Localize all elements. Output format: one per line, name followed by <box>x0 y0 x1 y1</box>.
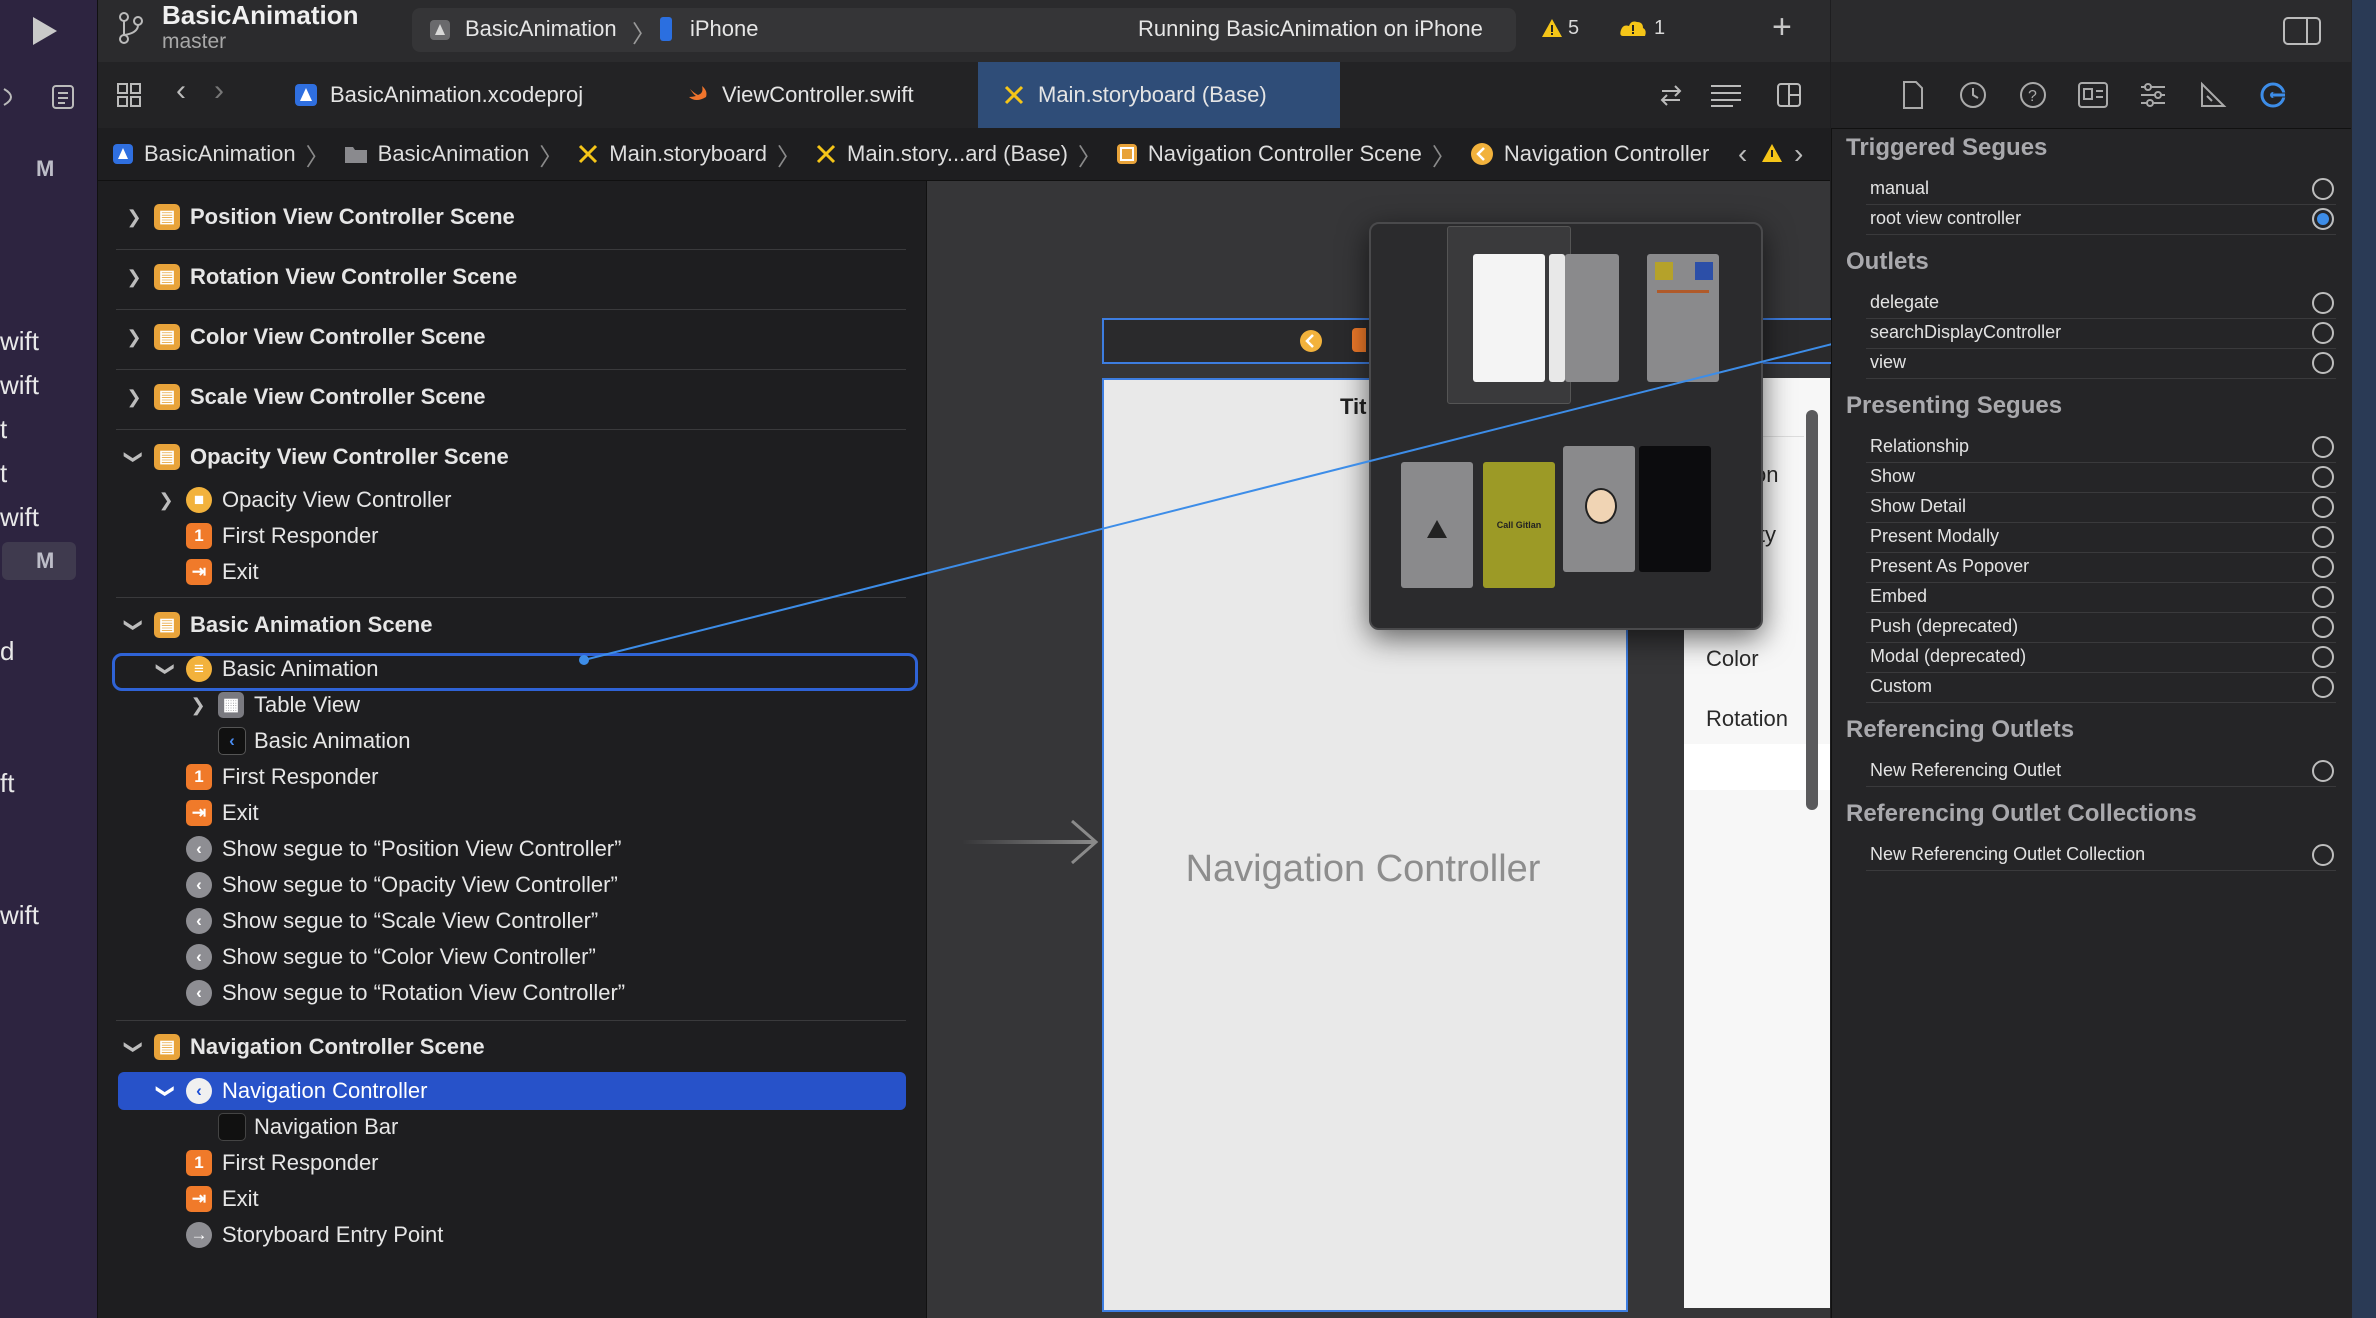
connection-circle[interactable] <box>2312 322 2334 344</box>
toggle-inspector-icon[interactable] <box>2282 16 2322 46</box>
section-presenting-segues: Presenting Segues <box>1846 392 2063 419</box>
file-inspector-icon[interactable] <box>1898 80 1928 110</box>
inspector-toolbar <box>1831 0 2351 62</box>
outlet-row: Present Modally <box>1870 526 2000 546</box>
connection-circle[interactable] <box>2312 676 2334 698</box>
connection-circle[interactable] <box>2312 466 2334 488</box>
outlet-row: Modal (deprecated) <box>1870 646 2027 666</box>
section-triggered-segues: Triggered Segues <box>1846 134 2048 161</box>
outlet-row: Embed <box>1870 586 1928 606</box>
outlet-row: New Referencing Outlet <box>1870 760 2062 780</box>
connection-circle[interactable] <box>2312 292 2334 314</box>
connection-circle[interactable] <box>2312 352 2334 374</box>
history-icon[interactable] <box>1958 80 1988 110</box>
connection-circle[interactable] <box>2312 844 2334 866</box>
connection-circle-active[interactable] <box>2312 208 2334 230</box>
connection-circle[interactable] <box>2312 526 2334 548</box>
outlet-row: New Referencing Outlet Collection <box>1870 844 2146 864</box>
outlet-row: manual <box>1870 178 1930 198</box>
section-outlets: Outlets <box>1846 248 1929 275</box>
outlet-row: Present As Popover <box>1870 556 2030 576</box>
connection-circle[interactable] <box>2312 646 2334 668</box>
connections-icon[interactable] <box>2258 80 2288 110</box>
outlet-row: view <box>1870 352 1907 372</box>
identity-icon[interactable] <box>2078 80 2108 110</box>
connection-circle[interactable] <box>2312 556 2334 578</box>
connection-circle[interactable] <box>2312 586 2334 608</box>
help-icon[interactable]: ? <box>2018 80 2048 110</box>
connection-circle[interactable] <box>2312 496 2334 518</box>
connection-circle[interactable] <box>2312 616 2334 638</box>
outlet-row: Relationship <box>1870 436 1970 456</box>
outlet-row: Show <box>1870 466 1916 486</box>
connection-circle[interactable] <box>2312 178 2334 200</box>
outlet-row: Push (deprecated) <box>1870 616 2019 636</box>
background-window-edge <box>2352 0 2376 1318</box>
section-referencing-outlet-collections: Referencing Outlet Collections <box>1846 800 2197 827</box>
connection-circle[interactable] <box>2312 436 2334 458</box>
outlet-row: root view controller <box>1870 208 2022 228</box>
outlet-row: searchDisplayController <box>1870 322 2062 342</box>
connection-circle[interactable] <box>2312 760 2334 782</box>
svg-text:?: ? <box>2028 88 2037 105</box>
outlet-row: Custom <box>1870 676 1933 696</box>
outlet-row: delegate <box>1870 292 1940 312</box>
size-icon[interactable] <box>2198 80 2228 110</box>
outlet-row: Show Detail <box>1870 496 1967 516</box>
attributes-icon[interactable] <box>2138 80 2168 110</box>
section-referencing-outlets: Referencing Outlets <box>1846 716 2075 743</box>
